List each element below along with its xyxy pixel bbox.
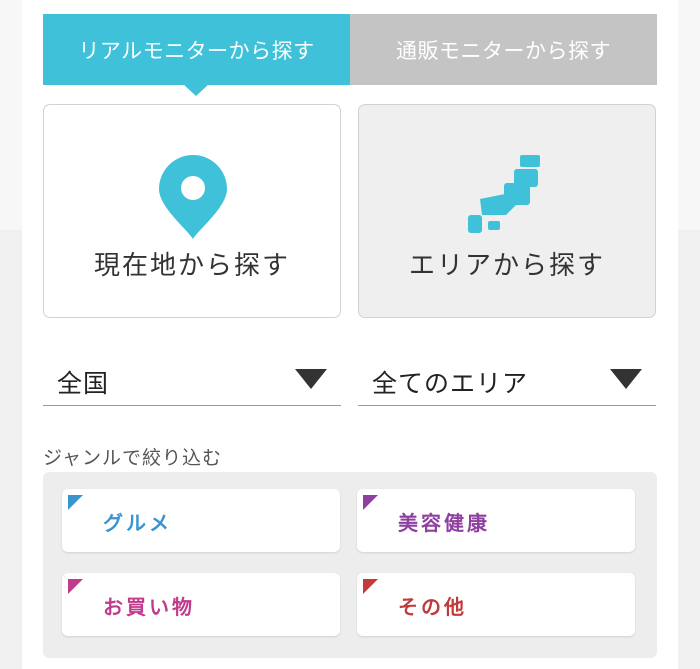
- genre-beauty-health-label: 美容健康: [398, 511, 490, 535]
- corner-flag-icon: [68, 495, 83, 510]
- genre-shopping-label: お買い物: [103, 595, 195, 619]
- genre-filter-title: ジャンルで絞り込む: [43, 447, 223, 469]
- area-select-value: 全てのエリア: [372, 369, 529, 398]
- dropdown-arrow-icon: [295, 369, 327, 389]
- prefecture-select-value: 全国: [57, 369, 110, 398]
- corner-flag-icon: [363, 495, 378, 510]
- area-select[interactable]: 全てのエリア: [358, 352, 656, 406]
- genre-gourmet-button[interactable]: グルメ: [62, 489, 340, 552]
- genre-shopping-button[interactable]: お買い物: [62, 573, 340, 636]
- search-by-area-button[interactable]: エリアから探す: [358, 104, 656, 318]
- left-shade: [0, 0, 22, 230]
- genre-other-label: その他: [398, 595, 467, 619]
- tab-real-monitor[interactable]: リアルモニターから探す: [43, 14, 350, 85]
- active-tab-pointer: [183, 84, 209, 96]
- search-by-area-label: エリアから探す: [408, 251, 605, 281]
- genre-beauty-health-button[interactable]: 美容健康: [357, 489, 635, 552]
- corner-flag-icon: [68, 579, 83, 594]
- genre-other-button[interactable]: その他: [357, 573, 635, 636]
- search-by-current-location-label: 現在地から探す: [93, 251, 290, 281]
- prefecture-select[interactable]: 全国: [43, 352, 341, 406]
- dropdown-arrow-icon: [610, 369, 642, 389]
- genre-gourmet-label: グルメ: [103, 511, 172, 535]
- tab-mail-order-monitor[interactable]: 通販モニターから探す: [350, 14, 657, 85]
- corner-flag-icon: [363, 579, 378, 594]
- search-by-current-location-button[interactable]: 現在地から探す: [43, 104, 341, 318]
- right-shade: [678, 0, 700, 230]
- location-pin-icon: [159, 155, 227, 239]
- japan-map-icon: [468, 155, 540, 233]
